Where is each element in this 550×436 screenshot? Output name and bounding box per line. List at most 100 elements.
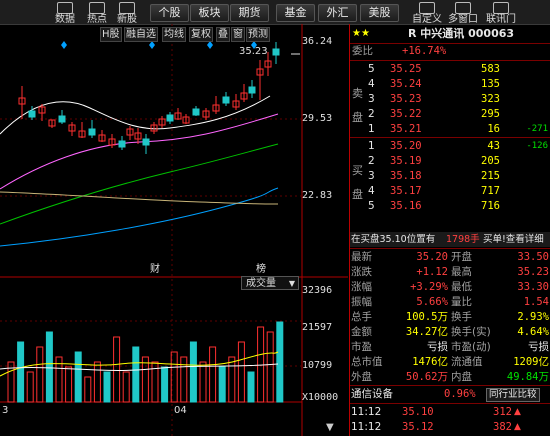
order-level: 4	[368, 78, 375, 90]
kline-chart-panel[interactable]: H股 融自选 均线 复权 叠 窗 预测 35.23 36.24 29.53 22…	[0, 24, 348, 436]
stat-label: 总市值	[351, 356, 383, 368]
volume-bar	[180, 356, 188, 403]
order-book-row[interactable]: 2 35.19 205	[350, 154, 550, 169]
volume-bar	[257, 326, 265, 403]
stock-title[interactable]: R 中兴通讯 000063	[408, 26, 514, 41]
order-book-row[interactable]: 3 35.23 323	[350, 92, 550, 107]
kline-chart[interactable]	[0, 24, 348, 436]
indicator-window[interactable]: 窗	[231, 27, 245, 42]
notice-volume: 1798手	[446, 234, 480, 245]
order-price: 35.18	[390, 170, 422, 182]
candle-body	[192, 108, 200, 116]
order-level: 3	[368, 170, 375, 182]
moving-average-line	[0, 187, 279, 247]
volume-bar	[45, 331, 53, 403]
multi-window-button[interactable]: 多窗口	[446, 1, 480, 25]
volume-indicator-dropdown[interactable]: 成交量 ▼	[241, 276, 299, 290]
sector-name[interactable]: 通信设备	[351, 387, 393, 402]
tab-fund[interactable]: 基金	[276, 4, 315, 22]
stat-value: 1476亿	[412, 356, 448, 368]
order-level: 5	[368, 63, 375, 75]
order-book-row[interactable]: 4 35.17 717	[350, 184, 550, 199]
collapse-down-icon[interactable]: ▼	[326, 422, 334, 433]
order-book-row[interactable]: 4 35.24 135	[350, 77, 550, 92]
order-volume: 716	[481, 200, 500, 212]
new-stock-icon	[119, 2, 135, 14]
order-book-row[interactable]: 5 35.25 583	[350, 62, 550, 77]
stat-label: 涨跌	[351, 266, 372, 278]
volume-bar	[103, 371, 111, 403]
order-price: 35.17	[390, 185, 422, 197]
indicator-adjust[interactable]: 复权	[189, 27, 213, 42]
stat-row: 市盈 亏损 市盈(动) 亏损	[350, 340, 550, 355]
date-label: 04	[174, 405, 187, 416]
stat-label: 市盈	[351, 341, 372, 353]
stat-row: 涨跌 +1.12 最高 35.23	[350, 265, 550, 280]
new-stock-button[interactable]: 新股	[114, 1, 140, 25]
diamond-marker-icon	[61, 41, 67, 49]
indicator-hk-share[interactable]: H股	[100, 27, 122, 42]
stat-value: 50.62万	[405, 371, 448, 383]
quote-panel: ★★ R 中兴通讯 000063 委比 +16.74% 卖 盘 5 35.25 58…	[349, 24, 550, 436]
order-volume: 295	[481, 108, 500, 120]
volume-bar	[17, 341, 25, 403]
stat-label: 涨幅	[351, 281, 372, 293]
order-price: 35.16	[390, 200, 422, 212]
order-price: 35.19	[390, 155, 422, 167]
volume-bar	[199, 361, 207, 403]
tab-us-stock[interactable]: 美股	[360, 4, 399, 22]
tab-futures[interactable]: 期货	[230, 4, 269, 22]
stat-label: 换手	[451, 311, 472, 323]
stat-value: 34.27亿	[405, 326, 448, 338]
hotspot-button[interactable]: 热点	[84, 1, 110, 25]
volume-bar	[65, 366, 73, 403]
data-button[interactable]: 数据	[52, 1, 78, 25]
candle-body	[142, 138, 150, 146]
tab-forex[interactable]: 外汇	[318, 4, 357, 22]
stat-value: 1209亿	[513, 356, 549, 368]
quote-header: ★★ R 中兴通讯 000063	[350, 26, 550, 42]
order-book-row[interactable]: 1 35.20 43 -126	[350, 139, 550, 154]
volume-bar	[266, 331, 274, 403]
order-price: 35.22	[390, 108, 422, 120]
multi-window-icon	[455, 2, 471, 14]
indicator-ma[interactable]: 均线	[162, 27, 186, 42]
tab-stock[interactable]: 个股	[150, 4, 189, 22]
portal-button[interactable]: 联讯门	[484, 1, 518, 25]
volume-bar	[36, 346, 44, 403]
stat-label: 最新	[351, 251, 372, 263]
volume-axis-label: 32396	[302, 285, 333, 296]
sector-change: 0.96%	[444, 388, 476, 400]
volume-bar	[228, 356, 236, 403]
volume-axis-label: 10799	[302, 360, 333, 371]
large-order-notice[interactable]: 在买盘35.10位置有 1798手 买单!查看详细	[350, 232, 550, 247]
stat-value: 2.93%	[517, 311, 549, 323]
indicator-watchlist[interactable]: 融自选	[124, 27, 158, 42]
stat-value: 35.20	[416, 251, 448, 263]
candle-body	[28, 110, 36, 118]
order-book-row[interactable]: 3 35.18 215	[350, 169, 550, 184]
indicator-overlay[interactable]: 叠	[216, 27, 230, 42]
stat-value: 33.50	[517, 251, 549, 263]
indicator-forecast[interactable]: 预测	[246, 27, 270, 42]
volume-bar	[26, 371, 34, 403]
notice-link[interactable]: 买单!查看详细	[483, 232, 544, 247]
event-marker-rank[interactable]: 榜	[256, 260, 266, 275]
rating-stars: ★★	[352, 28, 370, 39]
order-book-row[interactable]: 1 35.21 16 -271	[350, 122, 550, 137]
portal-icon	[493, 2, 509, 14]
chevron-down-icon: ▼	[288, 279, 295, 288]
custom-icon	[419, 2, 435, 14]
order-book-row[interactable]: 2 35.22 295	[350, 107, 550, 122]
volume-bar	[218, 366, 226, 403]
order-volume: 717	[481, 185, 500, 197]
candle-body	[222, 96, 230, 104]
up-arrow-icon: ▲	[514, 407, 521, 417]
event-marker-finance[interactable]: 财	[150, 260, 160, 275]
industry-compare-button[interactable]: 同行业比较	[486, 388, 540, 402]
order-book-row[interactable]: 5 35.16 716	[350, 199, 550, 214]
tab-sector[interactable]: 板块	[190, 4, 229, 22]
order-level: 2	[368, 155, 375, 167]
custom-button[interactable]: 自定义	[410, 1, 444, 25]
order-price: 35.20	[390, 140, 422, 152]
